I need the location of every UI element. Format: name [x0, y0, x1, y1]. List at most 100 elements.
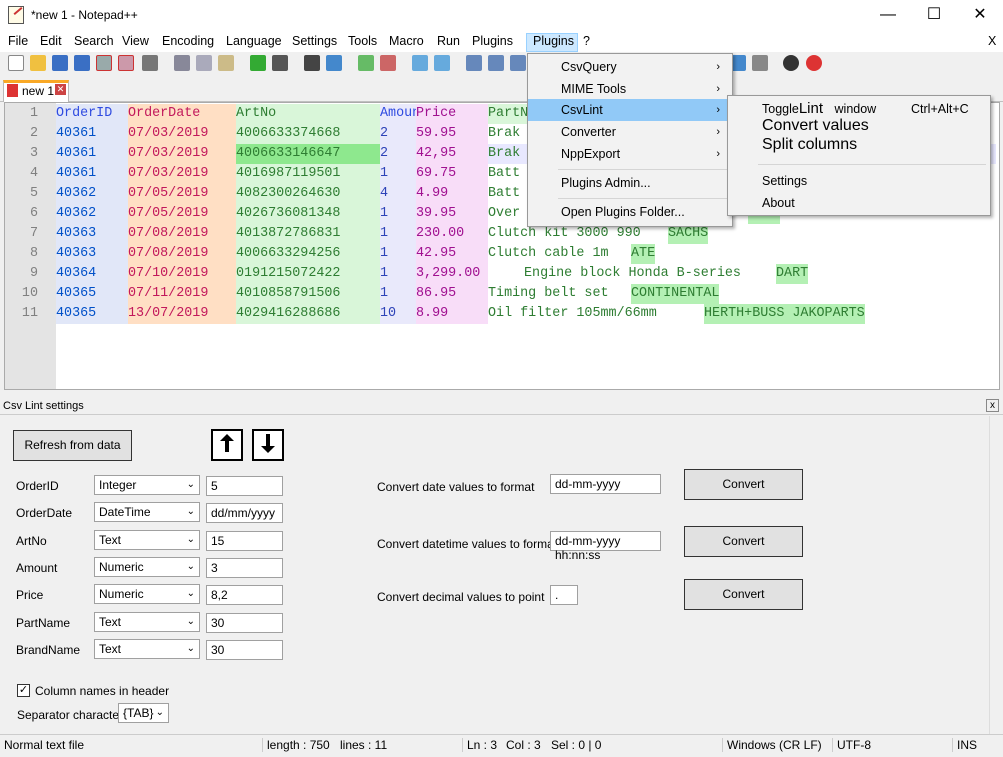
close-all-icon[interactable]	[118, 55, 134, 71]
word-wrap-icon[interactable]	[466, 55, 482, 71]
menu-item-converter[interactable]: Converter ›	[528, 121, 732, 143]
cell-c1: 40361	[56, 164, 128, 184]
column-width-input[interactable]: 3	[206, 557, 283, 578]
column-type-select[interactable]: Text ⌄	[94, 638, 200, 659]
find-icon[interactable]	[304, 55, 320, 71]
minimize-button[interactable]: —	[865, 0, 911, 32]
panel-close-icon[interactable]: x	[986, 399, 999, 412]
menu-view[interactable]: View	[122, 34, 149, 52]
new-file-icon[interactable]	[8, 55, 24, 71]
decimal-point-input[interactable]: .	[550, 585, 578, 605]
title-bar	[0, 0, 1003, 32]
zoom-out-icon[interactable]	[380, 55, 396, 71]
chevron-down-icon: ⌄	[155, 707, 164, 718]
status-eol: Windows (CR LF)	[722, 738, 822, 752]
column-width-input[interactable]: 8,2	[206, 585, 283, 606]
sync-horizontal-icon[interactable]	[434, 55, 450, 71]
tab-close-icon[interactable]: ✕	[55, 84, 66, 95]
status-line: Ln : 3	[462, 738, 497, 752]
show-all-chars-icon[interactable]	[488, 55, 504, 71]
menu-help[interactable]: ?	[583, 34, 590, 52]
refresh-from-data-button[interactable]: Refresh from data	[13, 430, 132, 461]
menu-settings[interactable]: Settings	[292, 34, 337, 52]
column-names-checkbox[interactable]: ✓	[17, 684, 30, 697]
copy-icon[interactable]	[196, 55, 212, 71]
replace-icon[interactable]	[326, 55, 342, 71]
menu-file[interactable]: File	[8, 34, 28, 52]
close-button[interactable]: ✕	[957, 0, 1003, 32]
menu-item-toggle-lint-window[interactable]: ToggleLint window	[762, 100, 876, 117]
redo-icon[interactable]	[272, 55, 288, 71]
menu-item-label: CsvLint	[561, 103, 603, 117]
menu-item-about[interactable]: About	[762, 196, 795, 210]
maximize-button[interactable]: ☐	[911, 0, 957, 32]
convert-datetime-label: Convert datetime values to format	[377, 537, 558, 551]
cell-c2: 07/03/2019	[128, 124, 236, 144]
open-file-icon[interactable]	[30, 55, 46, 71]
column-type-select[interactable]: Text ⌄	[94, 611, 200, 632]
cell-c4: Amount	[380, 104, 428, 124]
cell-c1: 40363	[56, 224, 128, 244]
cell-c1: 40365	[56, 284, 128, 304]
cut-icon[interactable]	[174, 55, 190, 71]
data-row: 9 40364 07/10/2019 0191215072422 1 3,299.00 En…	[0, 264, 1003, 284]
menu-plugins[interactable]: Plugins	[472, 34, 513, 52]
close-file-icon[interactable]	[96, 55, 112, 71]
save-icon[interactable]	[52, 55, 68, 71]
cell-c5: 59.95	[416, 124, 488, 144]
column-width-input[interactable]: 15	[206, 530, 283, 551]
menu-item-settings[interactable]: Settings	[762, 174, 807, 188]
menu-language[interactable]: Language	[226, 34, 282, 52]
column-type-select[interactable]: DateTime ⌄	[94, 502, 200, 523]
download-icon[interactable]	[252, 429, 284, 461]
menubar-close-doc[interactable]: X	[988, 34, 996, 52]
paste-icon[interactable]	[218, 55, 234, 71]
menu-edit[interactable]: Edit	[40, 34, 62, 52]
column-type-select[interactable]: Integer ⌄	[94, 475, 200, 495]
sync-vertical-icon[interactable]	[412, 55, 428, 71]
toggle-prefix: Toggle	[762, 102, 799, 116]
menu-macro[interactable]: Macro	[389, 34, 424, 52]
separator-select[interactable]: {TAB} ⌄	[118, 703, 169, 723]
menu-item-open-plugins-folder[interactable]: Open Plugins Folder...	[528, 201, 732, 223]
column-width-input[interactable]: 30	[206, 612, 283, 633]
datetime-format-input[interactable]: dd-mm-yyyy hh:nn:ss	[550, 531, 661, 562]
cell-c2: 07/10/2019	[128, 264, 236, 284]
convert-decimal-button[interactable]: Convert	[684, 579, 803, 610]
upload-icon[interactable]	[211, 429, 243, 461]
menu-item-csvlint[interactable]: CsvLint ›	[528, 99, 732, 121]
date-format-input[interactable]: dd-mm-yyyy	[550, 474, 661, 494]
menu-encoding[interactable]: Encoding	[162, 34, 214, 52]
macro-save-icon[interactable]	[752, 55, 768, 71]
save-all-icon[interactable]	[74, 55, 90, 71]
menu-item-plugins-admin[interactable]: Plugins Admin...	[528, 172, 732, 194]
column-width-input[interactable]: 5	[206, 476, 283, 496]
menu-run[interactable]: Run	[437, 34, 460, 52]
column-type-select[interactable]: Numeric ⌄	[94, 556, 200, 577]
cell-c5: Price	[416, 104, 488, 124]
menu-search[interactable]: Search	[74, 34, 114, 52]
column-type-select[interactable]: Text ⌄	[94, 529, 200, 550]
convert-date-button[interactable]: Convert	[684, 469, 803, 500]
chevron-down-icon: ⌄	[186, 560, 195, 572]
menu-tools[interactable]: Tools	[348, 34, 377, 52]
column-width-input[interactable]: 30	[206, 639, 283, 660]
column-type-select[interactable]: Numeric ⌄	[94, 584, 200, 605]
menu-item-label: Converter	[561, 125, 616, 139]
menu-item-csvquery[interactable]: CsvQuery ›	[528, 56, 732, 78]
convert-datetime-button[interactable]: Convert	[684, 526, 803, 557]
print-icon[interactable]	[142, 55, 158, 71]
menu-item-mime-tools[interactable]: MIME Tools ›	[528, 78, 732, 100]
link-icon[interactable]	[783, 55, 799, 71]
plugin-star-icon[interactable]	[806, 55, 822, 71]
panel-scrollbar[interactable]	[989, 416, 1001, 734]
zoom-in-icon[interactable]	[358, 55, 374, 71]
column-width-input[interactable]: dd/mm/yyyy	[206, 503, 283, 524]
menu-item-split-columns[interactable]: Split columns	[762, 136, 857, 154]
chevron-down-icon: ⌄	[186, 615, 195, 627]
menu-item-nppexport[interactable]: NppExport ›	[528, 143, 732, 165]
menu-plugins-open[interactable]: Plugins	[533, 34, 574, 52]
menu-item-convert-values[interactable]: Convert values	[762, 117, 869, 135]
indent-guide-icon[interactable]	[510, 55, 526, 71]
undo-icon[interactable]	[250, 55, 266, 71]
